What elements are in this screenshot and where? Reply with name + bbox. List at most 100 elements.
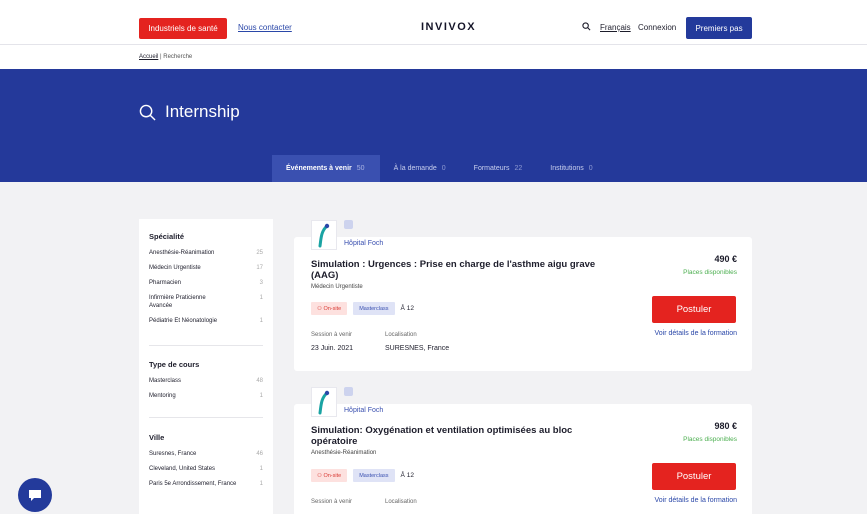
first-steps-button[interactable]: Premiers pas [686,17,752,39]
tab-label: Formateurs [473,165,510,172]
breadcrumb-bar: Accueil | Recherche [0,45,867,69]
tab-label: Institutions [550,165,584,172]
apply-button[interactable]: Postuler [652,296,736,323]
filter-option-label: Mentoring [149,393,176,400]
seats-value: 12 [406,472,414,479]
filter-option[interactable]: Anesthésie-Réanimation 25 [149,249,263,257]
filter-specialty: Spécialité Anesthésie-Réanimation 25 Méde… [149,232,263,333]
event-card[interactable]: Hôpital Foch Simulation : Urgences : Pri… [294,220,752,371]
location-label: Localisation [385,499,417,505]
filter-title: Ville [149,433,165,442]
organizer-name[interactable]: Hôpital Foch [344,240,383,247]
filter-option-count: 46 [256,451,263,457]
view-details-link[interactable]: Voir détails de la formation [655,497,738,504]
foch-logo-icon [318,390,330,415]
filter-option[interactable]: Infirmière Praticienne Avancée 1 [149,294,263,310]
course-type-tag: Masterclass [353,469,395,482]
tab-trainers[interactable]: Formateurs 22 [460,155,537,182]
event-tags: ⚇ On-site Masterclass Å 12 [311,469,414,482]
hospital-logo [311,220,337,250]
event-specialty: Médecin Urgentiste [311,284,363,290]
chat-icon [29,490,41,501]
institution-badge-icon [344,220,353,229]
filter-option-label: Masterclass [149,378,182,384]
tab-count: 22 [514,165,523,172]
tag-label: On-site [323,472,342,479]
event-card[interactable]: Hôpital Foch Simulation: Oxygénation et … [294,387,752,514]
foch-logo-icon [318,223,330,248]
filter-option-label: Pédiatrie Et Néonatologie [149,318,218,325]
divider [149,417,263,418]
seats-count: Å 12 [401,472,414,479]
chat-button[interactable] [18,478,52,512]
onsite-tag: ⚇ On-site [311,302,348,315]
filter-option-label: Infirmière Praticienne Avancée [149,295,206,310]
tag-label: On-site [323,305,342,312]
filter-option-label: Paris 5e Arrondissement, France [149,481,237,488]
apply-button[interactable]: Postuler [652,463,736,490]
hospital-logo [311,387,337,417]
invivox-logo[interactable]: INVIVOX [421,21,476,33]
top-navigation: Industriels de santé Nous contacter INVI… [0,0,867,45]
filter-option[interactable]: Pharmacien 3 [149,279,263,287]
search-query[interactable]: Internship [139,102,240,122]
industry-button[interactable]: Industriels de santé [139,18,227,39]
filter-option[interactable]: Suresnes, France 46 [149,450,263,458]
divider [149,345,263,346]
view-details-link[interactable]: Voir détails de la formation [655,330,738,337]
tab-upcoming-events[interactable]: Événements à venir 50 [272,155,380,182]
tab-institutions[interactable]: Institutions 0 [536,155,606,182]
filter-option-count: 1 [259,481,263,488]
onsite-tag: ⚇ On-site [311,469,348,482]
tab-label: Événements à venir [286,165,352,172]
filters-sidebar: Spécialité Anesthésie-Réanimation 25 Méde… [139,219,273,514]
availability-status: Places disponibles [683,436,737,443]
session-label: Session à venir [311,499,353,505]
filter-course-type: Type de cours Masterclass 48 Mentoring 1 [149,360,263,407]
filter-option[interactable]: Mentoring 1 [149,392,263,400]
institution-badge-icon [344,387,353,396]
filter-option-count: 17 [256,265,263,272]
filter-option[interactable]: Masterclass 48 [149,377,263,385]
breadcrumb: Accueil | Recherche [139,54,192,60]
filter-option-label: Suresnes, France [149,451,197,457]
search-icon[interactable] [582,22,591,31]
filter-title: Type de cours [149,360,200,369]
session-label: Session à venir [311,332,353,338]
result-tabs: Événements à venir 50 À la demande 0 Forma… [272,155,607,182]
organizer-name[interactable]: Hôpital Foch [344,407,383,414]
filter-option[interactable]: Paris 5e Arrondissement, France 1 [149,480,263,488]
tab-on-demand[interactable]: À la demande 0 [380,155,460,182]
filter-option-count: 1 [259,466,263,473]
event-title[interactable]: Simulation : Urgences : Prise en charge … [311,259,611,282]
search-hero: Internship Événements à venir 50 À la dem… [0,69,867,182]
event-specialty: Anesthésie-Réanimation [311,450,377,456]
search-query-text: Internship [165,102,240,121]
filter-option[interactable]: Cleveland, United States 1 [149,465,263,473]
filter-option[interactable]: Pédiatrie Et Néonatologie 1 [149,317,263,325]
login-link[interactable]: Connexion [638,23,676,32]
course-type-tag: Masterclass [353,302,395,315]
filter-option-label: Médecin Urgentiste [149,265,201,272]
filter-option[interactable]: Médecin Urgentiste 17 [149,264,263,272]
event-price: 980 € [714,421,737,431]
filter-option-count: 25 [256,250,263,256]
event-price: 490 € [714,254,737,264]
filter-title: Spécialité [149,232,185,241]
contact-link[interactable]: Nous contacter [238,23,292,32]
search-icon [139,104,156,121]
availability-status: Places disponibles [683,269,737,276]
language-selector[interactable]: Français [600,23,631,32]
session-date: 23 Juin. 2021 [311,345,354,352]
breadcrumb-home[interactable]: Accueil [139,54,158,60]
tab-count: 0 [588,165,593,172]
tab-count: 50 [356,165,365,172]
tab-label: À la demande [393,165,437,172]
seats-value: 12 [406,305,414,312]
filter-option-count: 1 [259,295,263,302]
event-title[interactable]: Simulation: Oxygénation et ventilation o… [311,425,611,448]
filter-option-count: 1 [259,393,263,400]
filter-option-count: 3 [259,280,263,287]
tab-count: 0 [441,165,446,172]
breadcrumb-current: Recherche [163,54,193,60]
